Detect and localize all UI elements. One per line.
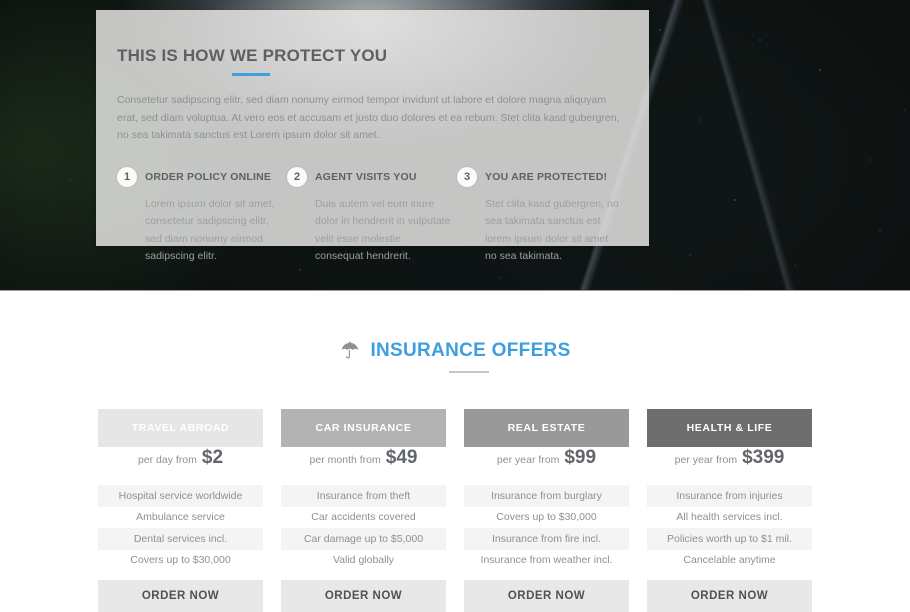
card-price-row: per day from $2: [98, 447, 263, 485]
order-now-button[interactable]: ORDER NOW: [647, 580, 812, 612]
pricing-card-travel-abroad: TRAVEL ABROAD per day from $2 Hospital s…: [98, 409, 263, 612]
hero-content-panel: THIS IS HOW WE PROTECT YOU Consetetur sa…: [96, 10, 649, 262]
step-number-badge: 2: [287, 166, 307, 187]
card-feature: Car accidents covered: [281, 506, 446, 528]
step-description: Lorem ipsum dolor sit amet, consetetur s…: [145, 197, 275, 263]
price-value: $99: [564, 447, 597, 468]
card-feature: Insurance from burglary: [464, 485, 629, 507]
step-header: 2 AGENT VISITS YOU: [287, 166, 451, 187]
step-header: 3 YOU ARE PROTECTED!: [457, 166, 621, 187]
card-price-row: per month from $49: [281, 447, 446, 485]
price-label: per month from: [309, 454, 381, 466]
hero-description: Consetetur sadipscing elitr, sed diam no…: [117, 94, 620, 141]
step-description: Duis autem vel eum iriure dolor in hendr…: [315, 197, 451, 263]
card-feature: Insurance from theft: [281, 485, 446, 507]
umbrella-icon: [339, 340, 361, 362]
pricing-card-real-estate: REAL ESTATE per year from $99 Insurance …: [464, 409, 629, 612]
card-feature: Hospital service worldwide: [98, 485, 263, 507]
title-accent-rule: [232, 73, 270, 76]
card-price-row: per year from $399: [647, 447, 812, 485]
step-number-badge: 3: [457, 166, 477, 187]
insurance-offers-section: INSURANCE OFFERS TRAVEL ABROAD per day f…: [0, 291, 910, 612]
card-feature: Covers up to $30,000: [464, 506, 629, 528]
card-header: REAL ESTATE: [464, 409, 629, 447]
card-feature: Valid globally: [281, 549, 446, 571]
pricing-card-car-insurance: CAR INSURANCE per month from $49 Insuran…: [281, 409, 446, 612]
card-header: CAR INSURANCE: [281, 409, 446, 447]
section-title: INSURANCE OFFERS: [370, 340, 571, 361]
price-label: per year from: [496, 454, 560, 466]
pricing-card-health-life: HEALTH & LIFE per year from $399 Insuran…: [647, 409, 812, 612]
card-price-row: per year from $99: [464, 447, 629, 485]
card-feature: Covers up to $30,000: [98, 549, 263, 571]
step-header: 1 ORDER POLICY ONLINE: [117, 166, 281, 187]
price-value: $49: [385, 447, 418, 468]
card-feature: Dental services incl.: [98, 528, 263, 550]
price-label: per year from: [674, 454, 738, 466]
card-feature: All health services incl.: [647, 506, 812, 528]
step-item-1: 1 ORDER POLICY ONLINE Lorem ipsum dolor …: [117, 166, 281, 266]
price-value: $399: [742, 447, 785, 468]
step-title: YOU ARE PROTECTED!: [485, 170, 608, 183]
card-feature: Ambulance service: [98, 506, 263, 528]
steps-list: 1 ORDER POLICY ONLINE Lorem ipsum dolor …: [117, 166, 627, 266]
page-title: THIS IS HOW WE PROTECT YOU: [117, 46, 388, 65]
step-item-3: 3 YOU ARE PROTECTED! Stet clita kasd gub…: [457, 166, 621, 266]
price-value: $2: [201, 447, 224, 468]
pricing-cards: TRAVEL ABROAD per day from $2 Hospital s…: [0, 373, 910, 612]
card-feature: Insurance from weather incl.: [464, 549, 629, 571]
offers-heading: INSURANCE OFFERS: [0, 291, 910, 362]
card-feature: Insurance from fire incl.: [464, 528, 629, 550]
step-item-2: 2 AGENT VISITS YOU Duis autem vel eum ir…: [287, 166, 451, 266]
card-feature: Insurance from injuries: [647, 485, 812, 507]
card-header: TRAVEL ABROAD: [98, 409, 263, 447]
card-feature: Car damage up to $5,000: [281, 528, 446, 550]
section-title-rule: [449, 371, 489, 373]
step-number-badge: 1: [117, 166, 137, 187]
step-title: ORDER POLICY ONLINE: [145, 170, 272, 183]
hero-section: THIS IS HOW WE PROTECT YOU Consetetur sa…: [0, 0, 910, 291]
card-feature: Cancelable anytime: [647, 549, 812, 571]
step-title: AGENT VISITS YOU: [315, 170, 417, 183]
order-now-button[interactable]: ORDER NOW: [281, 580, 446, 612]
card-feature: Policies worth up to $1 mil.: [647, 528, 812, 550]
order-now-button[interactable]: ORDER NOW: [98, 580, 263, 612]
step-description: Stet clita kasd gubergren, no sea takima…: [485, 197, 619, 263]
price-label: per day from: [137, 454, 197, 466]
card-header: HEALTH & LIFE: [647, 409, 812, 447]
order-now-button[interactable]: ORDER NOW: [464, 580, 629, 612]
